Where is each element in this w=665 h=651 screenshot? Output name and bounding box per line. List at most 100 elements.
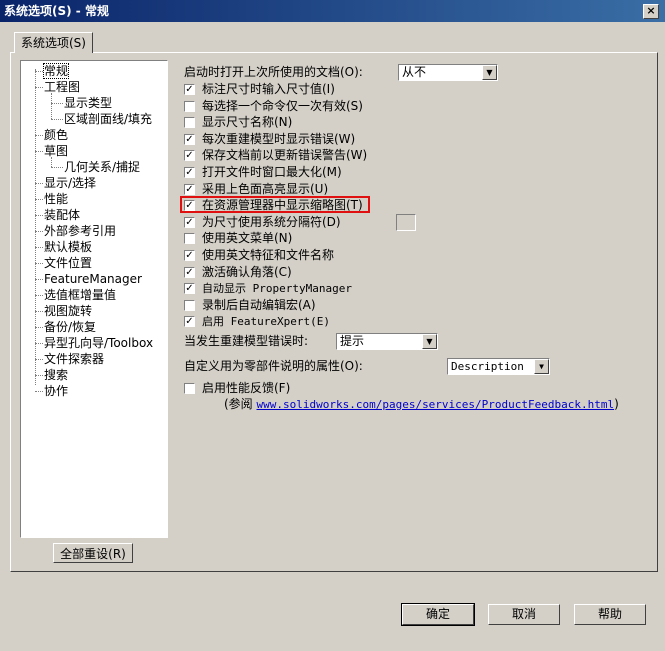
tree-item[interactable]: 搜索 [44,367,68,383]
tree-item-label: 装配体 [44,208,81,222]
tree-item[interactable]: 颜色 [44,127,68,143]
option-checkbox[interactable]: ✓ [184,167,195,178]
option-checkbox[interactable]: ✓ [184,184,195,195]
feedback-checkbox[interactable] [184,383,195,394]
tree-item[interactable]: 性能 [44,191,68,207]
tree-item[interactable]: 外部参考引用 [44,223,116,239]
option-checkbox[interactable]: ✓ [184,150,195,161]
option-checkbox[interactable]: ✓ [184,84,195,95]
option-label: 激活确认角落(C) [202,265,292,279]
tree-item-label: FeatureManager [44,272,142,286]
feedback-ref-suffix: ) [614,397,619,411]
option-label: 显示尺寸名称(N) [202,115,293,129]
tree-item-label: 文件探索器 [44,352,105,366]
option-checkbox[interactable] [184,117,195,128]
separator-field[interactable] [396,214,416,231]
option-label: 每选择一个命令仅一次有效(S) [202,99,363,113]
tree-item[interactable]: 常规 [42,63,70,79]
tree-item[interactable]: 协作 [44,383,68,399]
window-title: 系统选项(S) - 常规 [4,4,109,18]
tree-item-label: 异型孔向导/Toolbox [44,336,154,350]
tree-connector [51,103,63,104]
tree-connector [35,311,43,312]
option-label: 打开文件时窗口最大化(M) [202,165,342,179]
option-label: 启用 FeatureXpert(E) [202,315,330,328]
option-checkbox[interactable]: ✓ [184,217,195,228]
option-checkbox[interactable]: ✓ [184,283,195,294]
feedback-reference: (参阅 www.solidworks.com/pages/services/Pr… [224,396,619,413]
tree-item-label: 选值框增量值 [44,288,117,302]
custom-prop-label: 自定义用为零部件说明的属性(O): [184,359,363,373]
tree-item[interactable]: 备份/恢复 [44,319,96,335]
help-button[interactable]: 帮助 [574,604,646,625]
cancel-button[interactable]: 取消 [488,604,560,625]
tree-item-label: 视图旋转 [44,304,93,318]
chevron-down-icon[interactable]: ▼ [422,334,437,349]
tree-item[interactable]: 默认模板 [44,239,92,255]
tree-connector [35,87,43,88]
tree-item[interactable]: 文件位置 [44,255,92,271]
tree-connector [35,231,43,232]
option-label: 为尺寸使用系统分隔符(D) [202,215,341,229]
option-checkbox[interactable] [184,101,195,112]
tree-item-label: 性能 [44,192,69,206]
tree-item[interactable]: 显示类型 [64,95,112,111]
tree-item[interactable]: 显示/选择 [44,175,96,191]
tree-item[interactable]: 异型孔向导/Toolbox [44,335,153,351]
tree-item[interactable]: 视图旋转 [44,303,92,319]
tree-item[interactable]: 几何关系/捕捉 [64,159,140,175]
ok-button[interactable]: 确定 [401,603,475,626]
tree-connector [35,151,43,152]
reset-all-button[interactable]: 全部重设(R) [53,543,133,563]
tree-item[interactable]: 装配体 [44,207,80,223]
options-tree[interactable]: 常规 工程图 显示类型区域剖面线/填充 颜色 草图 几何关系/捕捉 显示/选择性能装配体外部… [20,60,168,538]
tab-system-options[interactable]: 系统选项(S) [14,32,93,53]
custom-prop-value: Description [451,360,524,373]
tree-item-label: 草图 [44,144,69,158]
custom-prop-select[interactable]: Description ▼ [447,358,550,375]
option-checkbox[interactable]: ✓ [184,316,195,327]
tree-item-label: 区域剖面线/填充 [64,112,153,126]
option-checkbox[interactable]: ✓ [184,250,195,261]
tree-item-label: 显示/选择 [44,176,97,190]
tree-item-label: 外部参考引用 [44,224,117,238]
tree-item-label: 显示类型 [64,96,113,110]
rebuild-error-select[interactable]: 提示 ▼ [336,333,438,350]
rebuild-error-value: 提示 [340,334,365,348]
option-label: 自动显示 PropertyManager [202,282,352,295]
open-last-value: 从不 [402,65,427,79]
feedback-link[interactable]: www.solidworks.com/pages/services/Produc… [257,398,615,411]
option-label: 录制后自动编辑宏(A) [202,298,316,312]
tree-connector [51,119,63,120]
chevron-down-icon[interactable]: ▼ [534,359,549,374]
tree-item-label: 备份/恢复 [44,320,97,334]
tree-connector [35,69,36,385]
option-checkbox[interactable]: ✓ [184,134,195,145]
option-checkbox[interactable]: ✓ [184,267,195,278]
tree-connector [35,71,43,72]
highlight-box [180,196,370,213]
close-button[interactable]: × [643,4,659,19]
tree-connector [35,135,43,136]
tree-connector [35,295,43,296]
option-label: 每次重建模型时显示错误(W) [202,132,356,146]
option-label: 保存文档前以更新错误警告(W) [202,148,368,162]
chevron-down-icon[interactable]: ▼ [482,65,497,80]
tree-item[interactable]: 区域剖面线/填充 [64,111,152,127]
feedback-label: 启用性能反馈(F) [202,381,291,395]
tree-connector [35,391,43,392]
tree-item[interactable]: 工程图 [44,79,80,95]
title-bar: 系统选项(S) - 常规 × [0,0,665,22]
option-label: 使用英文特征和文件名称 [202,248,335,262]
option-checkbox[interactable] [184,233,195,244]
tree-item[interactable]: 文件探索器 [44,351,104,367]
tree-connector [51,157,52,167]
tree-item[interactable]: 选值框增量值 [44,287,116,303]
option-checkbox[interactable] [184,300,195,311]
open-last-label: 启动时打开上次所使用的文档(O): [184,65,363,79]
tree-connector [51,167,63,168]
tree-item-label: 文件位置 [44,256,93,270]
tree-item[interactable]: FeatureManager [44,271,142,287]
open-last-select[interactable]: 从不 ▼ [398,64,498,81]
tree-item[interactable]: 草图 [44,143,68,159]
